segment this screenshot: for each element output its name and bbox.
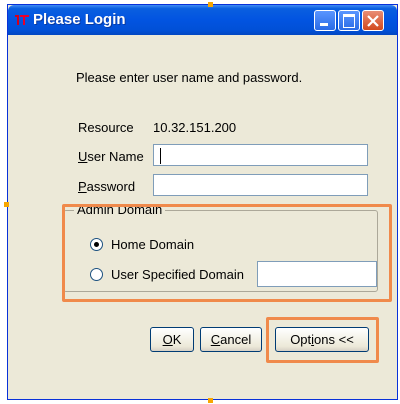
username-label: User Name [78,149,144,164]
password-label-text: assword [86,179,136,194]
minimize-button[interactable] [314,10,336,31]
resize-handle-top[interactable] [208,2,213,7]
resource-label: Resource [78,120,134,135]
text-caret [160,148,161,164]
username-label-text: ser Name [87,149,144,164]
maximize-button[interactable] [338,10,360,31]
resource-value: 10.32.151.200 [153,120,237,135]
ok-mnemonic: O [162,332,173,347]
cancel-mnemonic: C [210,332,221,347]
resize-handle-bottom[interactable] [208,398,213,403]
ok-label-text: K [172,332,182,347]
title-bar[interactable]: Please Login [8,5,397,35]
close-button[interactable] [362,10,384,31]
password-input[interactable] [153,174,368,196]
ok-button[interactable]: OK [150,327,194,352]
admin-domain-highlight [62,204,392,302]
cancel-label-text: ancel [220,332,252,347]
password-mnemonic: P [78,179,87,194]
close-icon [367,15,379,27]
password-label: Password [78,179,135,194]
username-input[interactable] [153,144,368,166]
resize-handle-left[interactable] [4,202,9,207]
cancel-button[interactable]: Cancel [200,327,262,352]
options-highlight [266,317,379,363]
username-mnemonic: U [78,149,88,164]
window-title: Please Login [33,11,126,28]
instruction-text: Please enter user name and password. [76,70,303,85]
app-icon [15,15,29,25]
